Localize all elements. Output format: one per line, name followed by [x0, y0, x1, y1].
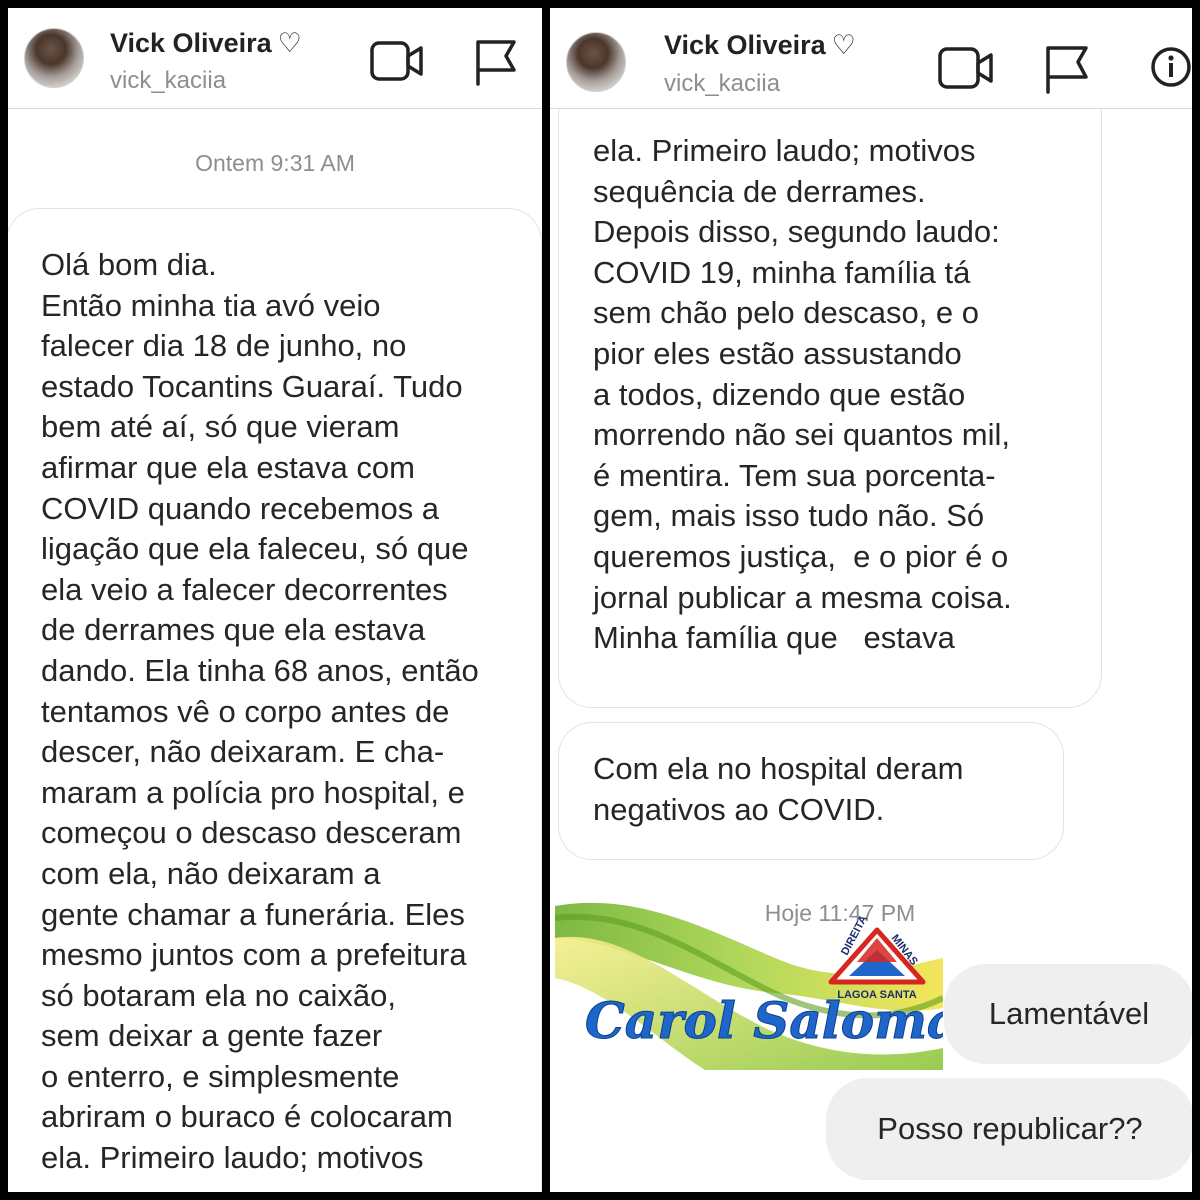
contact-handle: vick_kaciia	[110, 67, 227, 94]
left-screenshot: Vick Oliveira ♡ vick_kaciia Ontem 9:31 AM…	[8, 8, 542, 1192]
message-text: ela. Primeiro laudo; motivos sequência d…	[593, 133, 1012, 656]
right-screenshot: Vick Oliveira ♡ vick_kaciia ela. Primeiro…	[550, 8, 1192, 1192]
contact-name-text: Vick Oliveira	[110, 28, 272, 58]
video-call-icon[interactable]	[938, 46, 994, 90]
message-bubble[interactable]: Olá bom dia. Então minha tia avó veio fa…	[8, 208, 542, 1192]
watermark-signature: Carol Salomao	[585, 991, 943, 1050]
message-bubble[interactable]: ela. Primeiro laudo; motivos sequência d…	[558, 68, 1102, 708]
watermark-logo: DIREITA MINAS LAGOA SANTA Carol Salomao	[554, 898, 993, 1070]
contact-name[interactable]: Vick Oliveira ♡	[110, 28, 302, 59]
avatar[interactable]	[24, 28, 84, 88]
outgoing-message-lamentavel[interactable]: Lamentável	[944, 964, 1192, 1064]
contact-name[interactable]: Vick Oliveira ♡	[664, 30, 856, 61]
message-timestamp: Ontem 9:31 AM	[195, 150, 355, 176]
chat-header: Vick Oliveira ♡ vick_kaciia	[550, 8, 1192, 109]
avatar[interactable]	[566, 32, 626, 92]
heart-icon: ♡	[277, 28, 302, 58]
contact-name-text: Vick Oliveira	[664, 30, 826, 60]
message-bubble-2[interactable]: Com ela no hospital deram negativos ao C…	[558, 722, 1064, 860]
info-icon[interactable]	[1150, 46, 1192, 88]
report-flag-icon[interactable]	[1044, 44, 1090, 94]
watermark-graphic: DIREITA MINAS LAGOA SANTA Carol Salomao	[554, 902, 993, 1070]
heart-icon: ♡	[831, 30, 856, 60]
contact-handle: vick_kaciia	[664, 70, 781, 97]
message-text: Olá bom dia. Então minha tia avó veio fa…	[41, 247, 479, 1176]
chat-header: Vick Oliveira ♡ vick_kaciia	[8, 8, 542, 109]
outgoing-message-posso-republicar[interactable]: Posso republicar??	[826, 1078, 1192, 1180]
message-text: Com ela no hospital deram negativos ao C…	[593, 751, 964, 827]
video-call-icon[interactable]	[370, 40, 424, 82]
report-flag-icon[interactable]	[474, 38, 518, 86]
